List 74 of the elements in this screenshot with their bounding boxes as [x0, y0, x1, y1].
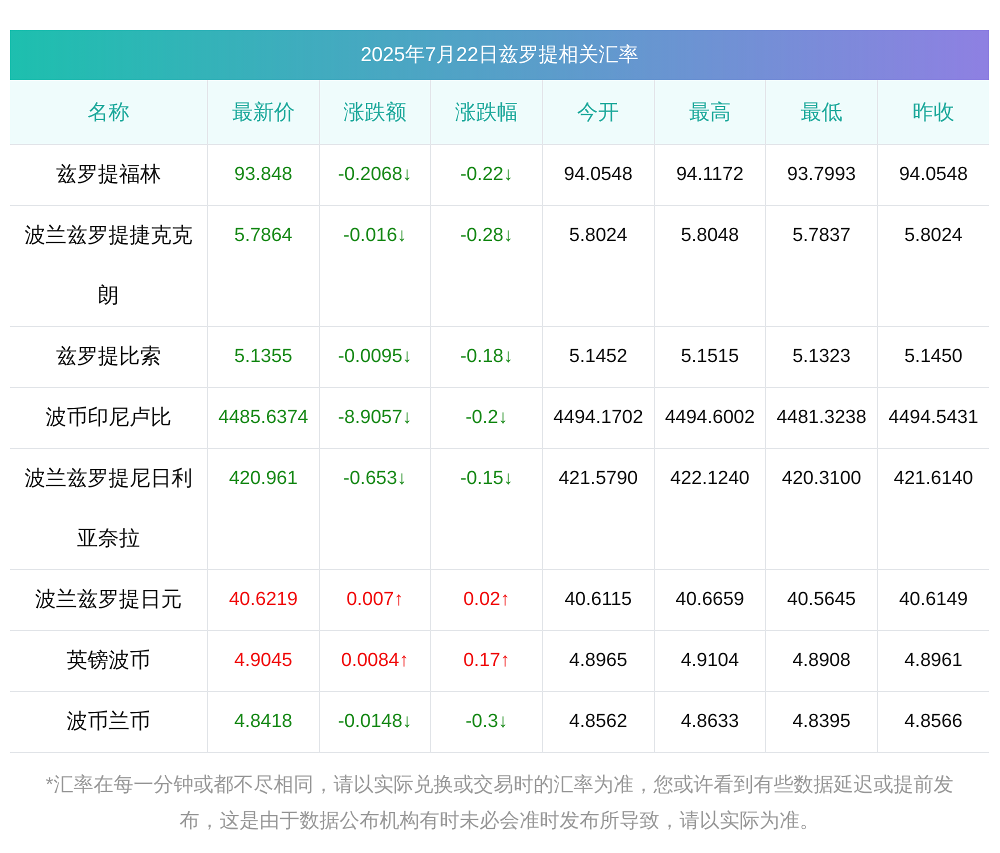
column-header: 涨跌幅 — [430, 80, 542, 144]
table-cell: 4494.5431 — [877, 388, 989, 448]
currency-pair-cell: 兹罗提福林 — [10, 144, 208, 206]
table-cell: -0.22↓ — [430, 144, 542, 206]
table-cell: -0.2068↓ — [319, 144, 431, 206]
table-cell: 93.7993 — [766, 144, 878, 206]
column-header: 昨收 — [877, 80, 989, 144]
table-cell: -0.28↓ — [430, 206, 542, 326]
table-cell: 4.8633 — [654, 692, 766, 752]
table-cell: -0.3↓ — [430, 692, 542, 752]
currency-pair-cell: 兹罗提比索 — [10, 326, 208, 388]
table-cell: 5.1355 — [208, 326, 320, 388]
table-cell: 40.5645 — [766, 570, 878, 630]
table-cell: 4.8395 — [766, 692, 878, 752]
table-cell: 4.8908 — [766, 630, 878, 692]
table-cell: 40.6659 — [654, 570, 766, 630]
table-cell: 94.0548 — [542, 144, 654, 206]
table-cell: 0.007↑ — [319, 570, 431, 630]
table-cell: 5.1323 — [766, 326, 878, 388]
table-cell: 5.8048 — [654, 206, 766, 326]
table-cell: -0.18↓ — [430, 326, 542, 388]
table-cell: 0.02↑ — [430, 570, 542, 630]
table-cell: 4485.6374 — [208, 388, 320, 448]
table-cell: 420.961 — [208, 448, 320, 570]
table-cell: 420.3100 — [766, 448, 878, 570]
table-cell: -0.0148↓ — [319, 692, 431, 752]
table-cell: -0.15↓ — [430, 448, 542, 570]
table-cell: -0.016↓ — [319, 206, 431, 326]
table-cell: 422.1240 — [654, 448, 766, 570]
column-header: 名称 — [10, 80, 208, 144]
table-cell: 4494.6002 — [654, 388, 766, 448]
currency-pair-cell: 波兰兹罗提日元 — [10, 570, 208, 630]
table-cell: 4.8566 — [877, 692, 989, 752]
table-cell: 5.1452 — [542, 326, 654, 388]
column-header: 最高 — [654, 80, 766, 144]
table-cell: 40.6149 — [877, 570, 989, 630]
table-cell: 0.0084↑ — [319, 630, 431, 692]
column-header: 最新价 — [208, 80, 320, 144]
table-cell: 0.17↑ — [430, 630, 542, 692]
table-cell: 4.8965 — [542, 630, 654, 692]
table-cell: -0.0095↓ — [319, 326, 431, 388]
table-cell: 4481.3238 — [766, 388, 878, 448]
table-cell: 5.7837 — [766, 206, 878, 326]
table-cell: -8.9057↓ — [319, 388, 431, 448]
table-cell: 4494.1702 — [542, 388, 654, 448]
table-cell: 5.8024 — [542, 206, 654, 326]
column-header: 今开 — [542, 80, 654, 144]
table-cell: 94.0548 — [877, 144, 989, 206]
table-cell: 4.8562 — [542, 692, 654, 752]
table-cell: 4.8418 — [208, 692, 320, 752]
table-cell: -0.653↓ — [319, 448, 431, 570]
footnote: *汇率在每一分钟或都不尽相同，请以实际兑换或交易时的汇率为准，您或许看到有些数据延迟或提前发布，这是由于数据公布机构有时未必会准时发布所导致，请以实际为准。 — [44, 773, 954, 834]
table-cell: 40.6115 — [542, 570, 654, 630]
table-cell: 421.6140 — [877, 448, 989, 570]
table-cell: 5.1515 — [654, 326, 766, 388]
currency-pair-cell: 波兰兹罗提尼日利亚奈拉 — [10, 448, 208, 570]
table-cell: 5.8024 — [877, 206, 989, 326]
table-cell: 5.7864 — [208, 206, 320, 326]
table-cell: 5.1450 — [877, 326, 989, 388]
currency-pair-cell: 波币兰币 — [10, 692, 208, 752]
table-cell: 94.1172 — [654, 144, 766, 206]
table-cell: 93.848 — [208, 144, 320, 206]
table-title: 2025年7月22日兹罗提相关汇率 — [10, 30, 989, 80]
table-cell: 4.9045 — [208, 630, 320, 692]
table-cell: 4.9104 — [654, 630, 766, 692]
column-header: 最低 — [766, 80, 878, 144]
table-cell: 40.6219 — [208, 570, 320, 630]
currency-pair-cell: 英镑波币 — [10, 630, 208, 692]
table-cell: 4.8961 — [877, 630, 989, 692]
table-cell: 421.5790 — [542, 448, 654, 570]
table-cell: -0.2↓ — [430, 388, 542, 448]
currency-pair-cell: 波币印尼卢比 — [10, 388, 208, 448]
column-header: 涨跌额 — [319, 80, 431, 144]
currency-pair-cell: 波兰兹罗提捷克克朗 — [10, 206, 208, 326]
